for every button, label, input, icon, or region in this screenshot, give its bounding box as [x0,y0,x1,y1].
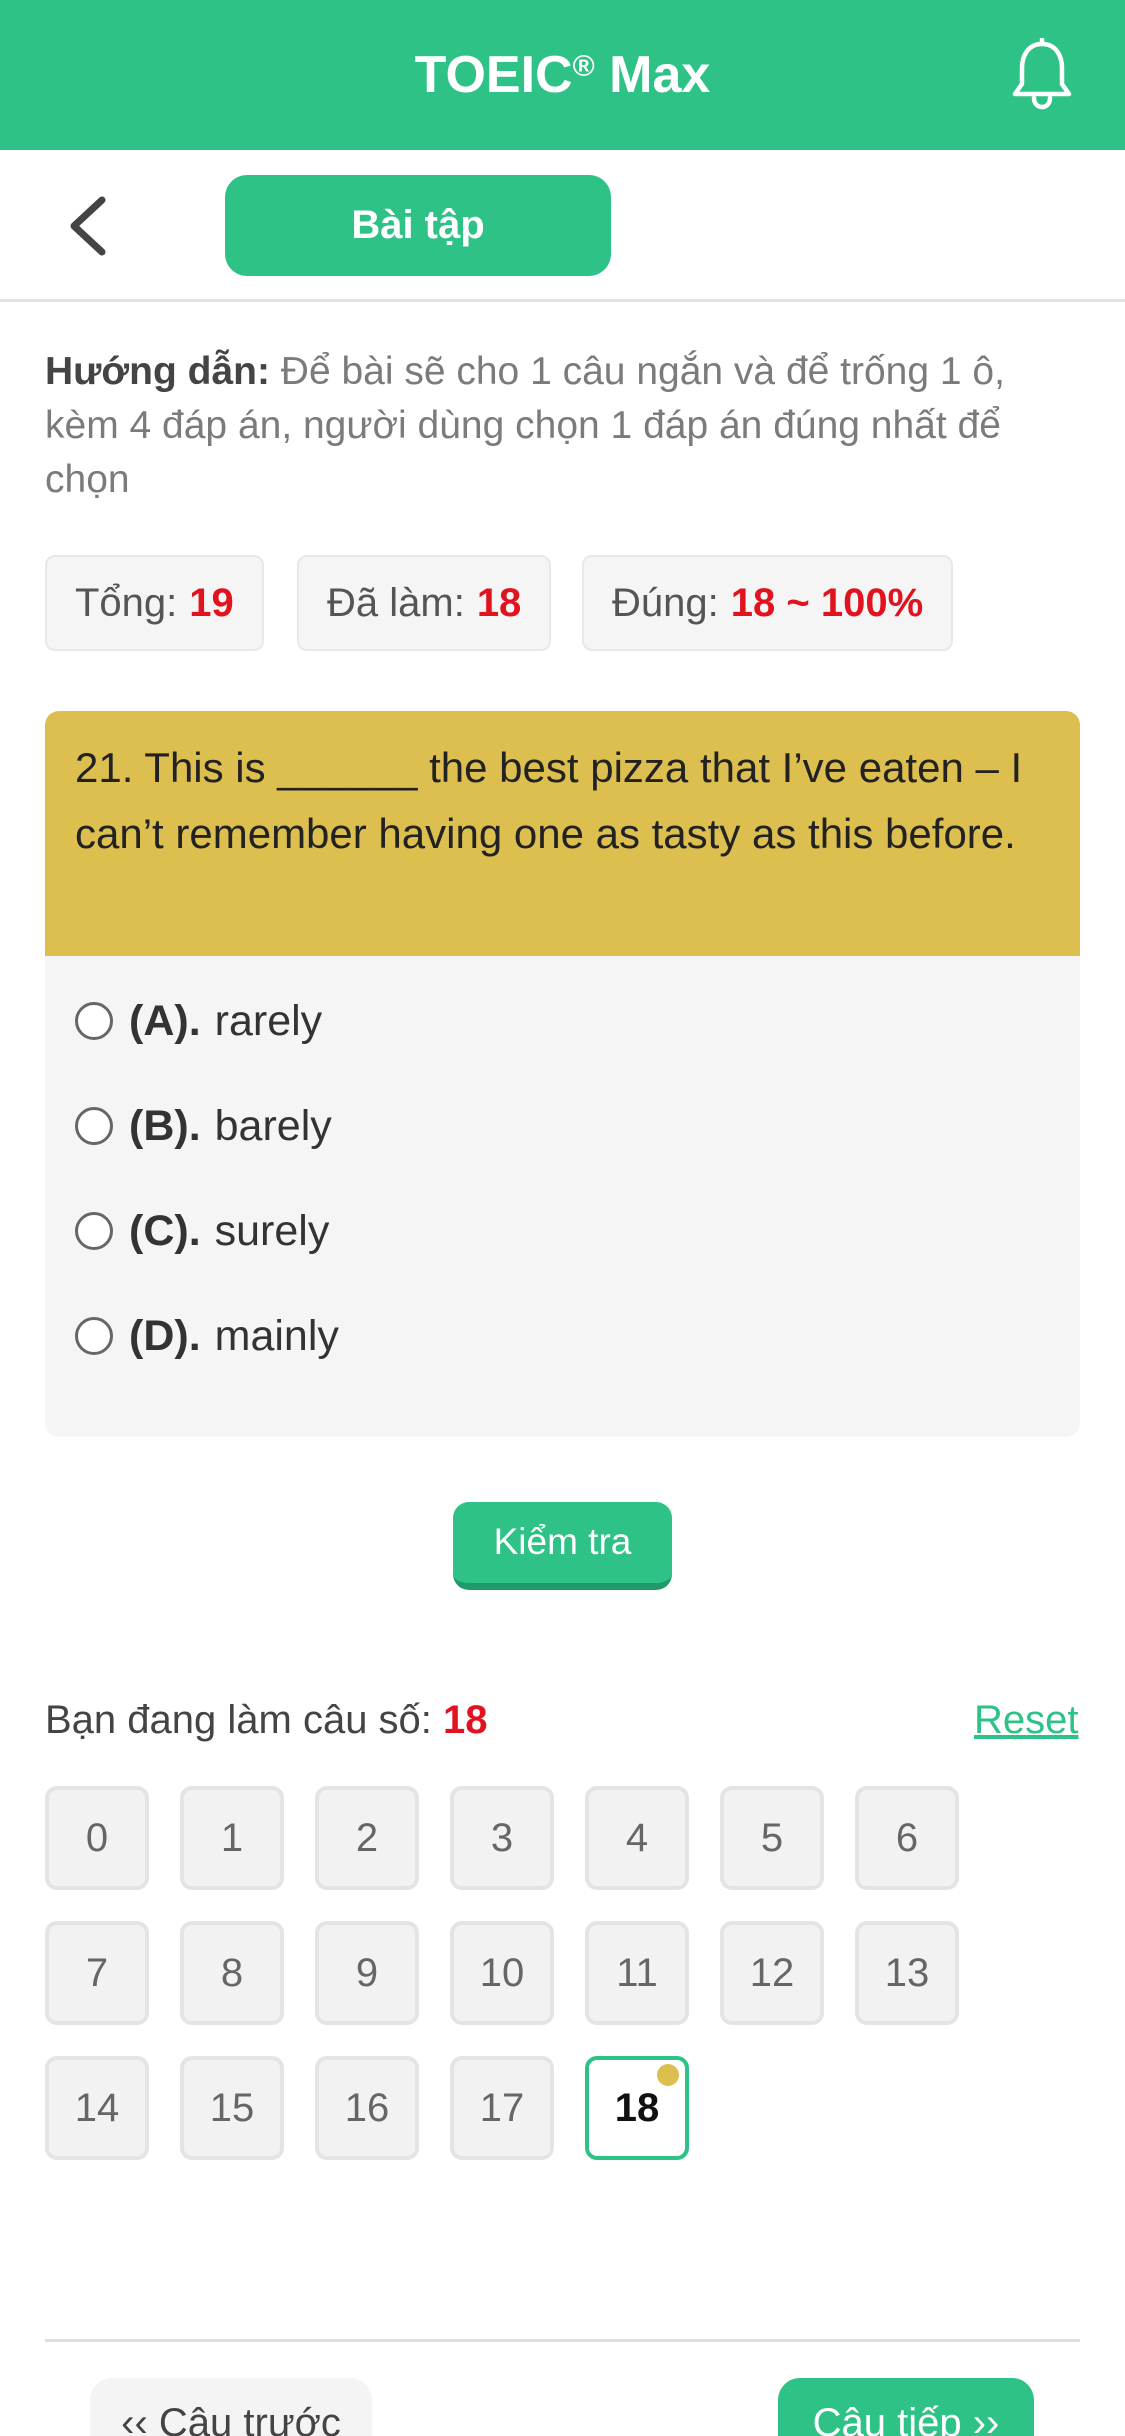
question-number-cell[interactable]: 12 [720,1921,824,2025]
question-number-cell[interactable]: 9 [315,1921,419,2025]
current-question-status: Bạn đang làm câu số: 18 [45,1698,488,1742]
instructions-label: Hướng dẫn: [45,350,270,393]
radio-button[interactable] [75,1212,113,1250]
question-card: 21. This is ______ the best pizza that I… [45,711,1080,1437]
question-number-cell[interactable]: 7 [45,1921,149,2025]
option-a[interactable]: (A). rarely [75,991,322,1051]
question-number-cell[interactable]: 5 [720,1786,824,1890]
previous-question-button[interactable]: ‹‹ Câu trước [90,2378,372,2436]
reset-link[interactable]: Reset [974,1698,1079,1743]
instructions: Hướng dẫn: Để bài sẽ cho 1 câu ngắn và đ… [45,345,1085,507]
next-question-button[interactable]: Câu tiếp ›› [778,2378,1034,2436]
bell-icon[interactable] [1010,38,1074,110]
back-chevron-icon[interactable] [62,194,118,258]
question-number-cell[interactable]: 3 [450,1786,554,1890]
stat-correct: Đúng: 18 ~ 100% [582,555,954,651]
question-number-cell[interactable]: 13 [855,1921,959,2025]
question-number-cell[interactable]: 2 [315,1786,419,1890]
tab-bai-tap[interactable]: Bài tập [225,175,611,276]
question-number-cell[interactable]: 15 [180,2056,284,2160]
question-number-cell[interactable]: 11 [585,1921,689,2025]
question-number-cell[interactable]: 8 [180,1921,284,2025]
current-indicator-dot [657,2064,679,2086]
question-number-cell[interactable]: 16 [315,2056,419,2160]
question-number-cell[interactable]: 14 [45,2056,149,2160]
question-text: 21. This is ______ the best pizza that I… [45,711,1080,956]
check-button[interactable]: Kiểm tra [453,1502,672,1590]
sub-header: Bài tập [0,150,1125,302]
question-number-cell[interactable]: 6 [855,1786,959,1890]
option-b[interactable]: (B). barely [75,1096,332,1156]
option-c[interactable]: (C). surely [75,1201,329,1261]
question-number-cell[interactable]: 0 [45,1786,149,1890]
divider [45,2339,1080,2342]
option-d[interactable]: (D). mainly [75,1306,339,1366]
app-title: TOEIC® Max [414,46,711,104]
question-number-cell[interactable]: 10 [450,1921,554,2025]
question-number-cell[interactable]: 17 [450,2056,554,2160]
radio-button[interactable] [75,1317,113,1355]
stat-done: Đã làm: 18 [297,555,552,651]
stat-total: Tổng: 19 [45,555,264,651]
question-number-cell[interactable]: 4 [585,1786,689,1890]
question-number-cell[interactable]: 18 [585,2056,689,2160]
question-number-cell[interactable]: 1 [180,1786,284,1890]
radio-button[interactable] [75,1002,113,1040]
top-app-bar: TOEIC® Max [0,0,1125,150]
radio-button[interactable] [75,1107,113,1145]
